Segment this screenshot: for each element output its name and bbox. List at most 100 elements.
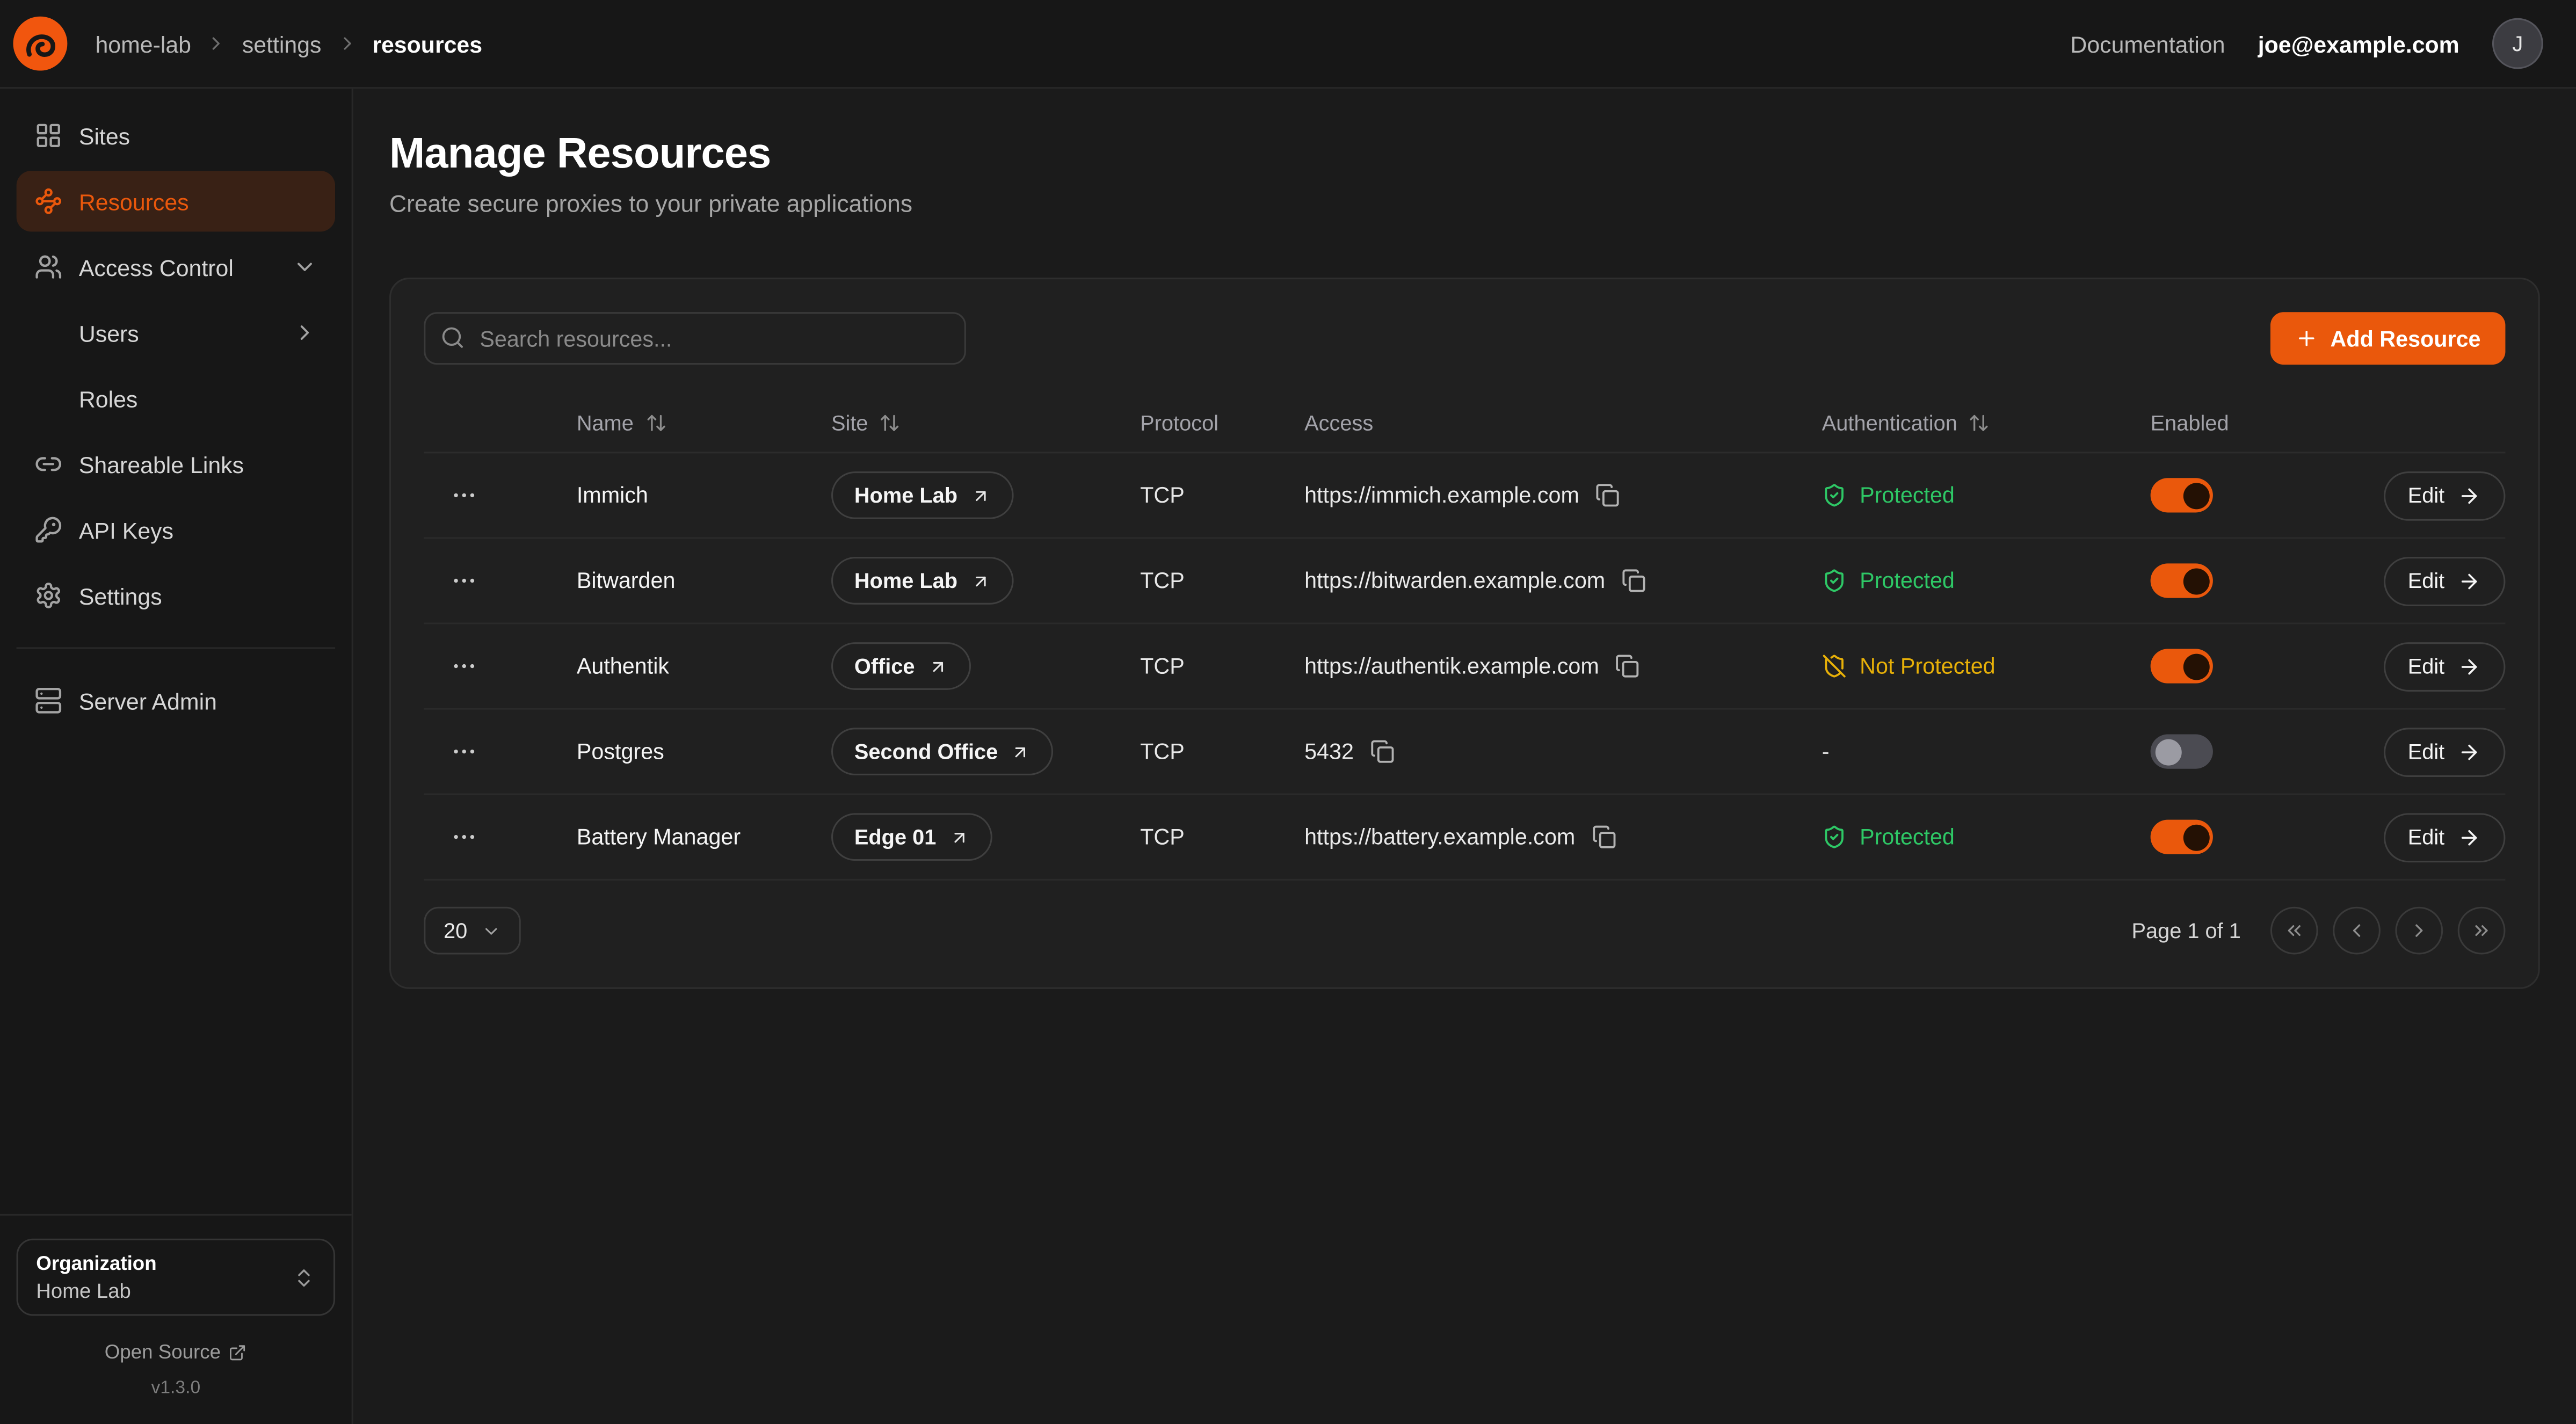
resource-name-cell: Bitwarden [577,569,831,593]
access-value: https://immich.example.com [1304,483,1579,507]
row-menu-button[interactable] [440,729,487,775]
enabled-toggle[interactable] [2151,649,2213,683]
access-cell: https://battery.example.com [1304,825,1822,849]
enabled-toggle[interactable] [2151,478,2213,512]
sidebar-item-settings[interactable]: Settings [17,565,336,626]
copy-button[interactable] [1622,569,1646,593]
copy-button[interactable] [1592,825,1616,849]
site-link-button[interactable]: Second Office [831,728,1054,775]
resource-name: Immich [577,483,648,507]
chevron-left-icon [2346,920,2368,941]
access-value: 5432 [1304,739,1354,764]
sort-icon [1969,412,1990,434]
copy-button[interactable] [1615,654,1640,679]
app: home-lab settings resources Documentatio… [0,0,2576,1424]
sidebar-item-label: API Keys [79,517,317,543]
enabled-toggle[interactable] [2151,563,2213,598]
last-page-button[interactable] [2458,907,2506,955]
sidebar-item-server-admin[interactable]: Server Admin [17,670,336,731]
sidebar-item-api-keys[interactable]: API Keys [17,499,336,560]
chevrons-left-icon [2283,920,2305,941]
sidebar-item-users[interactable]: Users [17,302,336,363]
organization-value: Home Lab [36,1280,156,1303]
open-source-link[interactable]: Open Source [17,1340,336,1363]
access-cell: https://bitwarden.example.com [1304,569,1822,593]
next-page-button[interactable] [2395,907,2443,955]
app-body: SitesResources Access Control UsersRolesSh… [0,89,2576,1424]
app-logo-icon[interactable] [13,17,67,71]
copy-button[interactable] [1370,739,1395,764]
site-link-button[interactable]: Home Lab [831,471,1013,519]
sidebar-item-access-control[interactable]: Access Control [17,237,336,297]
chevrons-up-down-icon [293,1266,316,1289]
copy-button[interactable] [1596,483,1621,507]
column-header-name[interactable]: Name [577,411,831,435]
shield-check-icon [1822,569,1847,593]
shield-check-icon [1822,825,1847,849]
documentation-link[interactable]: Documentation [2070,31,2225,57]
column-header-label: Site [831,411,868,435]
sidebar-item-label: Access Control [79,254,276,280]
table-body: ImmichHome LabTCPhttps://immich.example.… [424,453,2505,880]
shield-check-icon [1822,483,1847,507]
arrow-right-icon [2458,484,2481,507]
user-email[interactable]: joe@example.com [2258,31,2459,57]
authentication-label: Protected [1860,483,1955,507]
organization-selector[interactable]: Organization Home Lab [17,1239,336,1316]
ellipsis-icon [449,738,477,766]
pager: Page 1 of 1 [2131,907,2505,955]
sidebar-item-resources[interactable]: Resources [17,171,336,231]
previous-page-button[interactable] [2333,907,2381,955]
search-input[interactable] [424,312,966,365]
resources-card: Add Resource NameSiteProtocolAccessAuthe… [389,278,2540,989]
column-header-label: Name [577,411,634,435]
sidebar-nav: SitesResources Access Control UsersRolesSh… [17,105,336,1214]
edit-button[interactable]: Edit [2383,727,2506,776]
edit-button[interactable]: Edit [2383,642,2506,691]
sidebar-item-sites[interactable]: Sites [17,105,336,166]
copy-icon [1622,569,1646,593]
protocol-cell: TCP [1140,654,1304,679]
toggle-knob [2182,824,2209,850]
add-resource-button[interactable]: Add Resource [2271,312,2505,365]
site-link-button[interactable]: Office [831,642,971,690]
protocol-cell: TCP [1140,483,1304,507]
main-content: Manage Resources Create secure proxies t… [353,89,2576,1424]
edit-button[interactable]: Edit [2383,556,2506,606]
sidebar-item-roles[interactable]: Roles [17,368,336,428]
page-size-select[interactable]: 20 [424,907,521,955]
page-info: Page 1 of 1 [2131,918,2240,943]
breadcrumb-home-lab[interactable]: home-lab [95,31,191,57]
ellipsis-icon [449,652,477,680]
resource-name: Authentik [577,654,669,679]
row-menu-button[interactable] [440,473,487,519]
column-header-site[interactable]: Site [831,411,1140,435]
first-page-button[interactable] [2270,907,2318,955]
chevron-right-icon [2408,920,2430,941]
site-name: Office [854,654,915,679]
site-cell: Second Office [831,728,1140,775]
row-menu-cell [424,814,577,860]
enabled-toggle[interactable] [2151,820,2213,854]
authentication-cell: Not Protected [1822,654,2151,679]
authentication-label: - [1822,739,1830,764]
row-menu-button[interactable] [440,558,487,604]
site-cell: Home Lab [831,471,1140,519]
arrow-up-right-icon [949,827,969,847]
resources-table: NameSiteProtocolAccessAuthenticationEnab… [424,394,2505,881]
edit-button[interactable]: Edit [2383,470,2506,520]
site-link-button[interactable]: Edge 01 [831,813,992,861]
edit-button[interactable]: Edit [2383,812,2506,862]
column-header-authentication[interactable]: Authentication [1822,411,2151,435]
chevrons-right-icon [2471,920,2492,941]
topbar: home-lab settings resources Documentatio… [0,0,2576,89]
avatar[interactable]: J [2492,18,2543,69]
site-link-button[interactable]: Home Lab [831,557,1013,605]
enabled-toggle[interactable] [2151,735,2213,769]
sidebar-divider [17,647,336,649]
resource-name: Bitwarden [577,569,676,593]
sidebar-item-shareable-links[interactable]: Shareable Links [17,434,336,495]
row-menu-button[interactable] [440,814,487,860]
breadcrumb-settings[interactable]: settings [242,31,322,57]
row-menu-button[interactable] [440,643,487,689]
